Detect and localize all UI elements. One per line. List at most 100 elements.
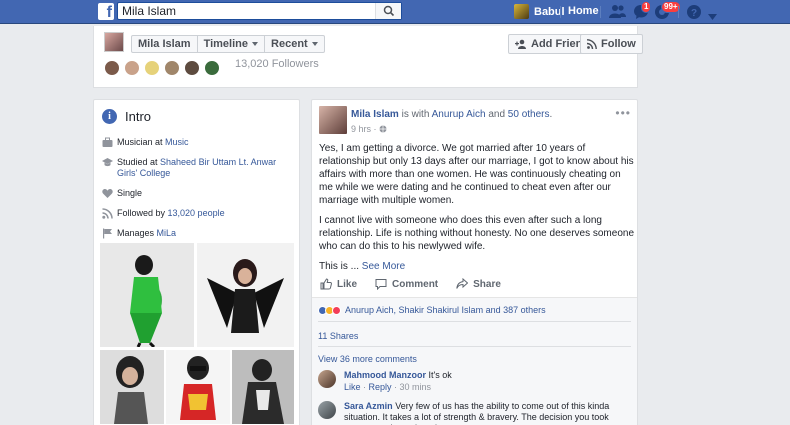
friend-avatars (104, 60, 224, 76)
intro-list: Musician at Music Studied at Shaheed Bir… (102, 137, 297, 248)
search-button[interactable] (375, 3, 401, 19)
post-options-icon[interactable]: ••• (615, 106, 631, 120)
commenter-name[interactable]: Sara Azmin (344, 401, 393, 411)
intro-education-prefix: Studied at (117, 157, 161, 167)
avatar[interactable] (124, 60, 140, 76)
reactions-summary[interactable]: Anurup Aich, Shakir Shakirul Islam and 3… (318, 305, 546, 315)
photo-thumbnail[interactable] (100, 350, 164, 424)
intro-followers: Followed by 13,020 people (102, 208, 297, 219)
intro-globe-icon: i (102, 109, 117, 124)
flag-icon (103, 228, 112, 239)
avatar[interactable] (164, 60, 180, 76)
photo-thumbnail[interactable] (100, 243, 194, 347)
user-avatar (514, 4, 529, 19)
intro-relationship: Single (102, 188, 297, 199)
svg-text:?: ? (691, 8, 697, 19)
search-input[interactable] (118, 3, 373, 19)
post-author-name[interactable]: Mila Islam (351, 109, 399, 120)
briefcase-icon (102, 137, 113, 147)
timeline-tabbar: Mila Islam Timeline Recent (131, 35, 325, 53)
intro-followers-link[interactable]: 13,020 people (168, 208, 225, 218)
intro-manages-prefix: Manages (117, 228, 157, 238)
post-author-avatar[interactable] (319, 106, 347, 134)
follow-rss-icon (587, 39, 597, 49)
help-button[interactable]: ? (686, 4, 702, 23)
comment-label: Comment (392, 278, 439, 290)
post-header: Mila Islam is with Anurup Aich and 50 ot… (351, 109, 552, 120)
like-label: Like (337, 278, 358, 290)
share-icon (456, 278, 469, 289)
profile-name-tab[interactable]: Mila Islam (132, 36, 198, 52)
intro-relationship-text: Single (117, 188, 143, 198)
follow-button[interactable]: Follow (580, 34, 643, 54)
notifications-button[interactable]: 99+ (654, 1, 681, 23)
help-icon: ? (687, 5, 701, 19)
avatar[interactable] (144, 60, 160, 76)
messages-button[interactable]: 1 (633, 1, 652, 23)
followers-count: 13,020 Followers (235, 58, 319, 70)
intro-header: i Intro (102, 109, 151, 124)
photo-thumbnail[interactable] (166, 350, 230, 424)
intro-card: i Intro Musician at Music Studied at Sha… (93, 99, 300, 425)
intro-work-link[interactable]: Music (165, 137, 189, 147)
commenter-avatar[interactable] (318, 370, 336, 388)
nav-separator (560, 6, 561, 18)
post-paragraph: I cannot live with someone who does this… (319, 215, 635, 252)
post-tagged-others[interactable]: 50 others (508, 109, 550, 120)
profile-thumbnail[interactable] (104, 32, 124, 52)
like-button[interactable]: Like (320, 278, 357, 290)
nav-profile-link[interactable]: Babul (514, 3, 565, 20)
photo-thumbnail[interactable] (232, 350, 294, 424)
account-menu-button[interactable] (708, 9, 717, 23)
recent-tab-label: Recent (271, 38, 308, 50)
intro-education: Studied at Shaheed Bir Uttam Lt. Anwar G… (102, 157, 297, 179)
reactions-text: Anurup Aich, Shakir Shakirul Islam and 3… (345, 305, 546, 315)
nav-home-link[interactable]: Home (568, 5, 599, 17)
comment-time: 30 mins (399, 382, 432, 392)
graduation-cap-icon (102, 158, 113, 167)
commenter-name[interactable]: Mahmood Manzoor (344, 370, 426, 380)
facebook-logo-icon[interactable]: f (98, 3, 114, 21)
share-button[interactable]: Share (456, 278, 501, 290)
follow-label: Follow (601, 38, 636, 50)
profile-header: Mila Islam Timeline Recent Add Friend Fo… (93, 26, 643, 88)
avatar[interactable] (184, 60, 200, 76)
shares-count[interactable]: 11 Shares (318, 331, 358, 341)
intro-manages-link[interactable]: MiLa (157, 228, 177, 238)
thumbs-up-icon (320, 278, 332, 290)
post-timestamp[interactable]: 9 hrs · (351, 124, 387, 134)
intro-manages: Manages MiLa (102, 228, 297, 239)
heart-icon (102, 189, 113, 198)
nav-separator (678, 6, 679, 18)
top-navigation-bar: f Babul Home 1 99+ (0, 0, 790, 24)
comment-button[interactable]: Comment (375, 278, 438, 290)
avatar[interactable] (104, 60, 120, 76)
post-card: Mila Islam is with Anurup Aich and 50 ot… (311, 99, 638, 425)
globe-icon (379, 125, 387, 133)
photo-thumbnail[interactable] (197, 243, 294, 347)
comment-like-link[interactable]: Like (344, 382, 361, 392)
friend-requests-button[interactable] (609, 4, 626, 22)
search-icon (383, 5, 395, 17)
post-tagged-user[interactable]: Anurup Aich (432, 109, 486, 120)
rss-icon (102, 208, 113, 219)
post-with-text: is with (398, 109, 432, 120)
share-label: Share (473, 278, 501, 290)
view-more-comments-link[interactable]: View 36 more comments (318, 354, 417, 364)
post-feedback: Anurup Aich, Shakir Shakirul Islam and 3… (312, 298, 637, 425)
comment-reply-link[interactable]: Reply (369, 382, 392, 392)
friend-requests-icon (609, 5, 626, 18)
recent-tab[interactable]: Recent (265, 36, 324, 52)
divider (318, 346, 631, 347)
post-time-text: 9 hrs · (351, 124, 380, 134)
comment-item: Sara Azmin Very few of us has the abilit… (318, 401, 633, 425)
chevron-down-icon (252, 42, 259, 46)
comment-icon (375, 279, 387, 290)
post-period: . (549, 109, 553, 120)
avatar[interactable] (204, 60, 220, 76)
commenter-avatar[interactable] (318, 401, 336, 419)
account-menu-icon (708, 14, 717, 20)
nav-separator (600, 6, 601, 18)
timeline-tab[interactable]: Timeline (198, 36, 266, 52)
love-reaction-icon (332, 305, 341, 315)
